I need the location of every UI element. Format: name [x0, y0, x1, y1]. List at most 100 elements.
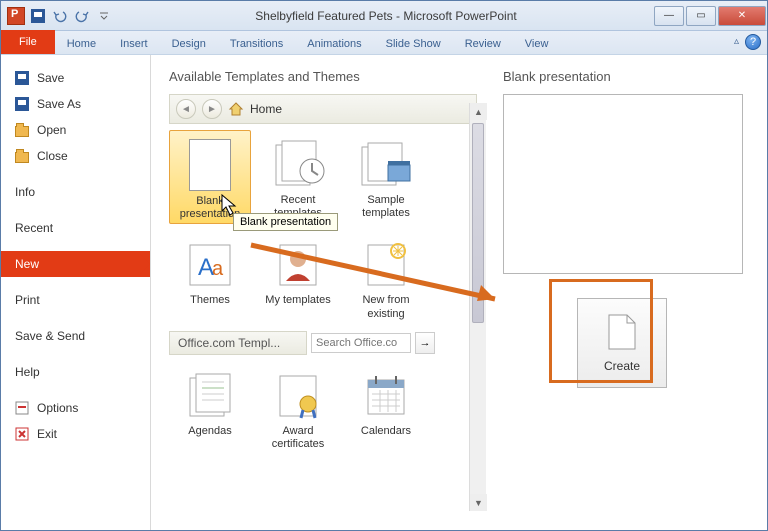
- office-template-grid: Agendas Award certificates Calendars: [169, 361, 439, 453]
- template-award-certificates[interactable]: Award certificates: [257, 361, 339, 453]
- folder-close-icon: [15, 152, 29, 163]
- file-tab[interactable]: File: [1, 30, 55, 54]
- template-label: New from existing: [347, 294, 425, 320]
- calendars-icon: [354, 367, 418, 423]
- scroll-up-button[interactable]: ▲: [470, 103, 487, 120]
- template-agendas[interactable]: Agendas: [169, 361, 251, 453]
- preview-thumbnail: [503, 94, 743, 274]
- template-blank-presentation[interactable]: Blank presentation: [169, 130, 251, 224]
- sidebar-close[interactable]: Close: [1, 143, 150, 169]
- template-themes[interactable]: Aa Themes: [169, 230, 251, 322]
- sidebar-label: Save As: [37, 97, 81, 111]
- save-icon: [15, 71, 29, 85]
- my-templates-icon: [266, 236, 330, 292]
- sidebar-open[interactable]: Open: [1, 117, 150, 143]
- template-label: Agendas: [171, 425, 249, 451]
- document-icon: [607, 313, 637, 351]
- search-office-input[interactable]: [311, 333, 411, 353]
- agendas-icon: [178, 367, 242, 423]
- tab-slideshow[interactable]: Slide Show: [374, 34, 453, 54]
- templates-scrollbar[interactable]: ▲ ▼: [469, 103, 486, 511]
- preview-panel: Blank presentation Create: [487, 55, 767, 530]
- qat-save-button[interactable]: [29, 7, 47, 25]
- template-label: Sample templates: [347, 194, 425, 220]
- new-from-existing-icon: [354, 236, 418, 292]
- ribbon-minimize-button[interactable]: ▵: [734, 36, 739, 47]
- titlebar: Shelbyfield Featured Pets - Microsoft Po…: [1, 1, 767, 31]
- tab-transitions[interactable]: Transitions: [218, 34, 295, 54]
- sidebar-label: Exit: [37, 427, 57, 441]
- home-icon[interactable]: [228, 101, 244, 117]
- award-certificates-icon: [266, 367, 330, 423]
- ribbon-tabs: File Home Insert Design Transitions Anim…: [1, 31, 767, 55]
- sample-templates-icon: [354, 136, 418, 192]
- redo-icon: [75, 9, 89, 23]
- template-new-from-existing[interactable]: New from existing: [345, 230, 427, 322]
- breadcrumb-home[interactable]: Home: [250, 102, 282, 116]
- tab-insert[interactable]: Insert: [108, 34, 160, 54]
- create-button[interactable]: Create: [577, 298, 667, 388]
- sidebar-save-as[interactable]: Save As: [1, 91, 150, 117]
- sidebar-exit[interactable]: Exit: [1, 421, 150, 447]
- template-label: My templates: [259, 294, 337, 320]
- powerpoint-icon: [7, 7, 25, 25]
- save-as-icon: [15, 97, 29, 111]
- tab-home[interactable]: Home: [55, 34, 108, 54]
- breadcrumb-forward-button[interactable]: ►: [202, 99, 222, 119]
- sidebar-print[interactable]: Print: [1, 287, 150, 313]
- window-title: Shelbyfield Featured Pets - Microsoft Po…: [119, 9, 653, 23]
- sidebar-label: Save: [37, 71, 64, 85]
- office-templates-label[interactable]: Office.com Templ...: [169, 331, 307, 355]
- folder-open-icon: [15, 126, 29, 137]
- exit-icon: [15, 427, 29, 441]
- help-button[interactable]: ?: [745, 34, 761, 50]
- sidebar-save[interactable]: Save: [1, 65, 150, 91]
- tab-animations[interactable]: Animations: [295, 34, 373, 54]
- chevron-down-icon: [100, 12, 108, 20]
- qat-undo-button[interactable]: [51, 7, 69, 25]
- sidebar-label: Options: [37, 401, 78, 415]
- window-controls: — ▭ ✕: [653, 6, 767, 26]
- close-button[interactable]: ✕: [718, 6, 766, 26]
- breadcrumb-back-button[interactable]: ◄: [176, 99, 196, 119]
- template-sample[interactable]: Sample templates: [345, 130, 427, 224]
- tab-design[interactable]: Design: [160, 34, 218, 54]
- backstage-sidebar: Save Save As Open Close Info Recent New …: [1, 55, 151, 530]
- template-label: Calendars: [347, 425, 425, 451]
- preview-heading: Blank presentation: [503, 69, 751, 84]
- qat-customize-button[interactable]: [95, 7, 113, 25]
- template-my-templates[interactable]: My templates: [257, 230, 339, 322]
- template-recent[interactable]: Recent templates: [257, 130, 339, 224]
- qat-redo-button[interactable]: [73, 7, 91, 25]
- sidebar-recent[interactable]: Recent: [1, 215, 150, 241]
- app-window: Shelbyfield Featured Pets - Microsoft Po…: [0, 0, 768, 531]
- sidebar-help[interactable]: Help: [1, 359, 150, 385]
- sidebar-options[interactable]: Options: [1, 395, 150, 421]
- sidebar-new[interactable]: New: [1, 251, 150, 277]
- sidebar-label: Open: [37, 123, 66, 137]
- search-go-button[interactable]: →: [415, 332, 435, 354]
- sidebar-label: Help: [15, 365, 40, 379]
- sidebar-label: Recent: [15, 221, 53, 235]
- blank-presentation-icon: [178, 137, 242, 193]
- tooltip: Blank presentation: [233, 213, 338, 231]
- sidebar-label: Info: [15, 185, 35, 199]
- options-icon: [15, 401, 29, 415]
- scroll-thumb[interactable]: [472, 123, 484, 323]
- sidebar-label: Print: [15, 293, 40, 307]
- templates-breadcrumb: ◄ ► Home: [169, 94, 477, 124]
- minimize-button[interactable]: —: [654, 6, 684, 26]
- scroll-down-button[interactable]: ▼: [470, 494, 487, 511]
- maximize-button[interactable]: ▭: [686, 6, 716, 26]
- backstage-main: Available Templates and Themes ◄ ► Home …: [151, 55, 767, 530]
- sidebar-save-send[interactable]: Save & Send: [1, 323, 150, 349]
- undo-icon: [53, 9, 67, 23]
- sidebar-label: Save & Send: [15, 329, 85, 343]
- tab-review[interactable]: Review: [453, 34, 513, 54]
- template-calendars[interactable]: Calendars: [345, 361, 427, 453]
- tab-view[interactable]: View: [513, 34, 561, 54]
- templates-panel: Available Templates and Themes ◄ ► Home …: [151, 55, 487, 530]
- office-templates-row: Office.com Templ... →: [169, 331, 435, 355]
- sidebar-info[interactable]: Info: [1, 179, 150, 205]
- template-label: Award certificates: [259, 425, 337, 451]
